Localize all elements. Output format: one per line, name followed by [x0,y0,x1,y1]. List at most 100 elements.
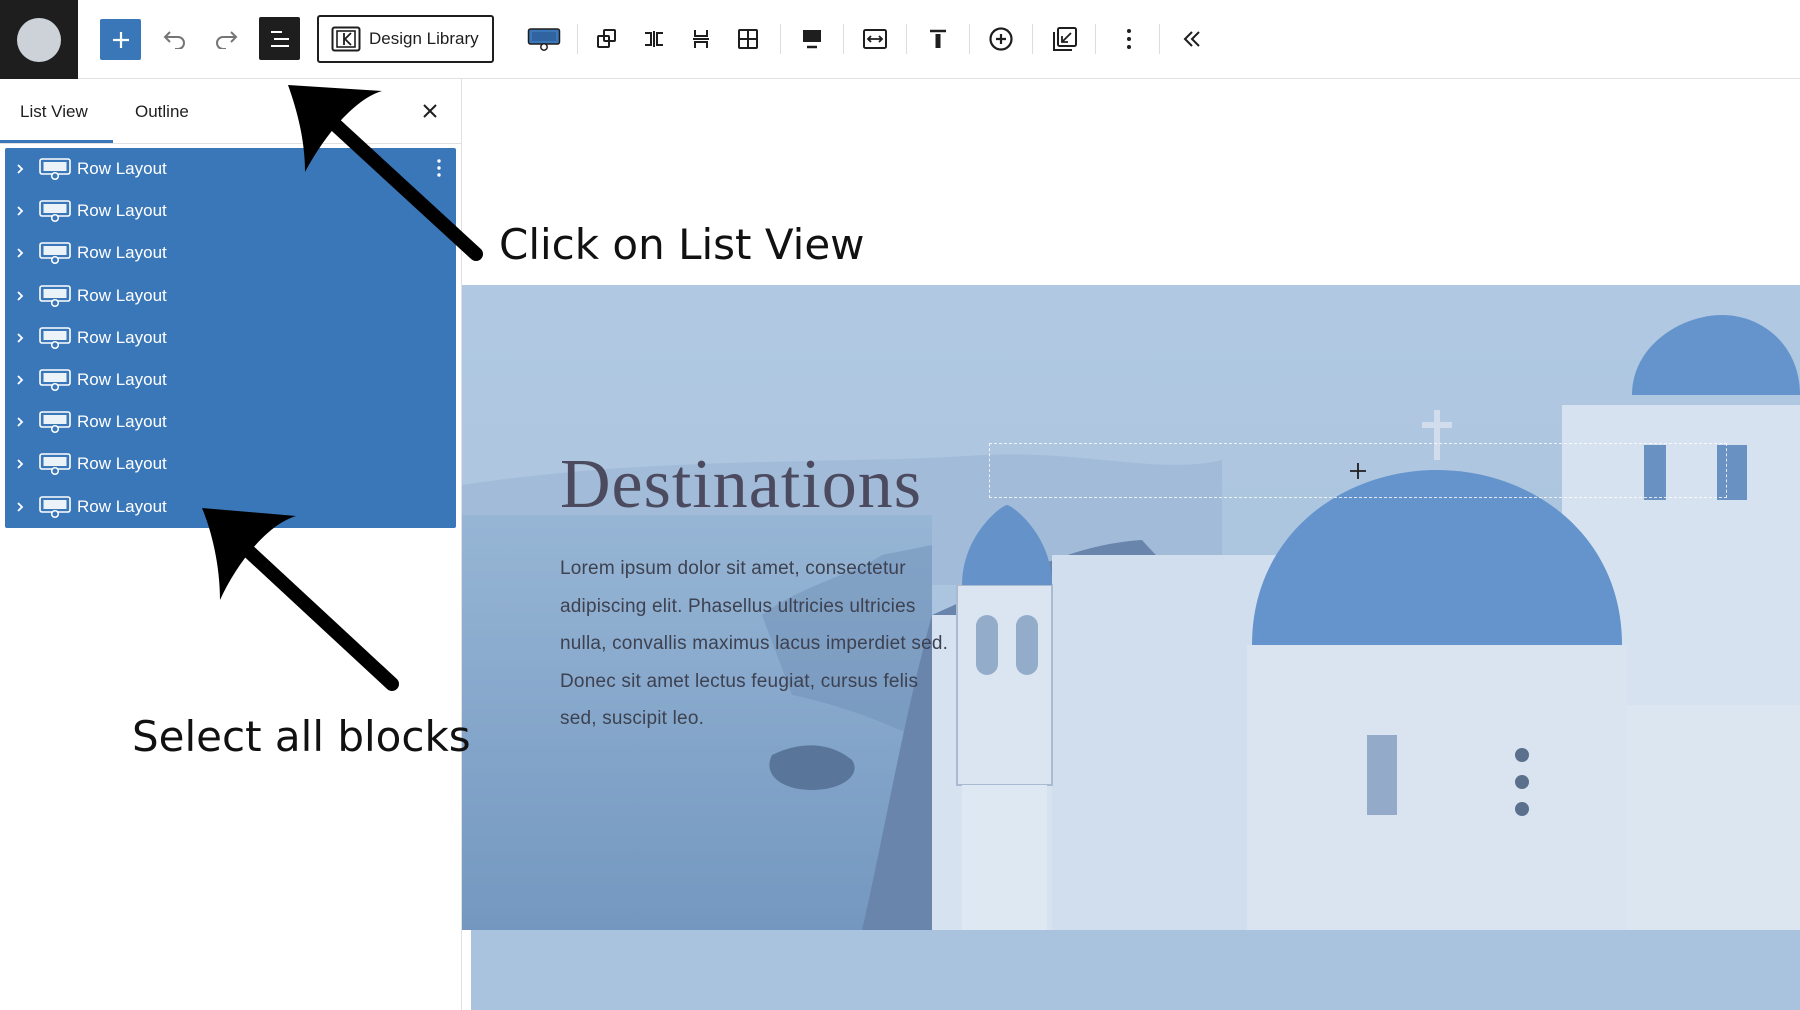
toolbar-separator [780,24,781,54]
list-view-panel: List View Outline Row Layout Row Layout Ro… [0,79,462,1010]
list-view-item-row-layout[interactable]: Row Layout [5,359,456,401]
site-icon [17,17,61,62]
redo-button[interactable] [206,16,246,62]
expand-chevron-icon[interactable] [7,374,33,386]
hero-title[interactable]: Destinations [560,445,922,525]
hero-section[interactable]: Destinations Lorem ipsum dolor sit amet,… [462,285,1800,930]
list-view-item-row-layout[interactable]: Row Layout [5,401,456,443]
vertical-align-button[interactable] [684,16,718,62]
grid-layout-button[interactable] [731,16,765,62]
vertical-alignment-button[interactable] [919,16,957,62]
row-layout-icon [39,326,71,350]
panel-tabs: List View Outline [0,79,462,144]
expand-chevron-icon[interactable] [7,501,33,513]
design-library-label: Design Library [369,29,479,48]
width-icon [863,29,887,49]
expand-chevron-icon[interactable] [7,290,33,302]
row-options-button[interactable] [436,158,442,183]
list-view-item-label: Row Layout [77,201,167,221]
horizontal-gap-icon [645,31,663,47]
row-layout-icon [39,241,71,265]
next-section[interactable] [471,930,1800,1010]
list-view-item-label: Row Layout [77,496,167,516]
toolbar-separator [1159,24,1160,54]
add-block-plus-icon [1350,462,1366,479]
design-library-icon [331,26,361,52]
hero-body-text[interactable]: Lorem ipsum dolor sit amet, consectetur … [560,550,960,738]
row-layout-block-button[interactable] [522,16,566,62]
copy-style-icon [1053,27,1077,51]
top-toolbar: Design Library [0,0,1800,79]
list-view-item-label: Row Layout [77,327,167,347]
row-layout-icon [39,157,71,181]
list-view-item-row-layout[interactable]: Row Layout [5,275,456,317]
vertical-gap-icon [693,30,709,48]
row-layout-icon [39,368,71,392]
toolbar-separator [906,24,907,54]
design-library-button[interactable]: Design Library [317,15,494,63]
active-tab-indicator [0,140,113,143]
expand-chevron-icon[interactable] [7,247,33,259]
block-options-button[interactable] [1110,16,1148,62]
row-layout-icon [39,199,71,223]
toolbar-separator [969,24,970,54]
undo-icon [163,31,185,49]
empty-column-placeholder[interactable] [989,443,1727,498]
expand-chevron-icon[interactable] [7,458,33,470]
tab-outline[interactable]: Outline [135,79,189,144]
align-top-icon [930,29,946,48]
horizontal-align-button[interactable] [637,16,671,62]
more-vertical-icon [437,159,441,177]
row-layout-icon [39,284,71,308]
tab-outline-label: Outline [135,101,189,121]
list-view-icon [270,30,289,47]
list-view-item-row-layout[interactable]: Row Layout [5,317,456,359]
expand-chevron-icon[interactable] [7,205,33,217]
redo-icon [216,31,238,49]
expand-chevron-icon[interactable] [7,163,33,175]
plus-icon [112,31,129,48]
duplicate-icon [597,29,616,48]
tab-list-view-label: List View [20,101,88,121]
plus-circle-icon [989,27,1013,51]
annotation-click-list-view: Click on List View [499,220,865,269]
list-view-item-label: Row Layout [77,454,167,474]
block-list: Row Layout Row Layout Row Layout Row Layout… [5,148,456,528]
list-view-item-label: Row Layout [77,370,167,389]
editor-screen: Design Library List View Outline Row Lay… [0,0,1800,1010]
list-view-item-row-layout[interactable]: Row Layout [5,443,456,485]
list-view-item-row-layout[interactable]: Row Layout [5,486,456,528]
expand-chevron-icon[interactable] [7,332,33,344]
duplicate-button[interactable] [590,16,624,62]
toolbar-separator [1032,24,1033,54]
row-layout-icon [39,452,71,476]
annotation-select-all-blocks: Select all blocks [132,712,471,761]
row-layout-icon [39,410,71,434]
site-logo-button[interactable] [0,0,78,79]
close-icon [423,104,437,118]
close-panel-button[interactable] [416,97,444,125]
grid-icon [738,29,758,49]
collapse-toolbar-button[interactable] [1172,16,1212,62]
list-view-item-row-layout[interactable]: Row Layout [5,148,456,190]
list-view-item-label: Row Layout [77,285,167,305]
insert-block-button[interactable] [982,16,1020,62]
list-view-item-label: Row Layout [77,159,167,178]
chevrons-left-icon [1183,31,1200,47]
list-view-item-label: Row Layout [77,412,167,432]
align-full-icon [803,30,821,49]
alignment-button[interactable] [793,16,831,62]
list-view-item-row-layout[interactable]: Row Layout [5,190,456,232]
row-layout-icon [39,495,71,519]
more-vertical-icon [1127,29,1131,49]
expand-chevron-icon[interactable] [7,416,33,428]
content-width-button[interactable] [856,16,894,62]
tab-list-view[interactable]: List View [20,79,88,144]
list-view-toggle-button[interactable] [259,17,300,60]
toolbar-separator [577,24,578,54]
list-view-item-row-layout[interactable]: Row Layout [5,232,456,274]
add-block-button[interactable] [100,19,141,60]
list-view-item-label: Row Layout [77,243,167,263]
undo-button[interactable] [155,16,195,62]
copy-styles-button[interactable] [1045,16,1085,62]
